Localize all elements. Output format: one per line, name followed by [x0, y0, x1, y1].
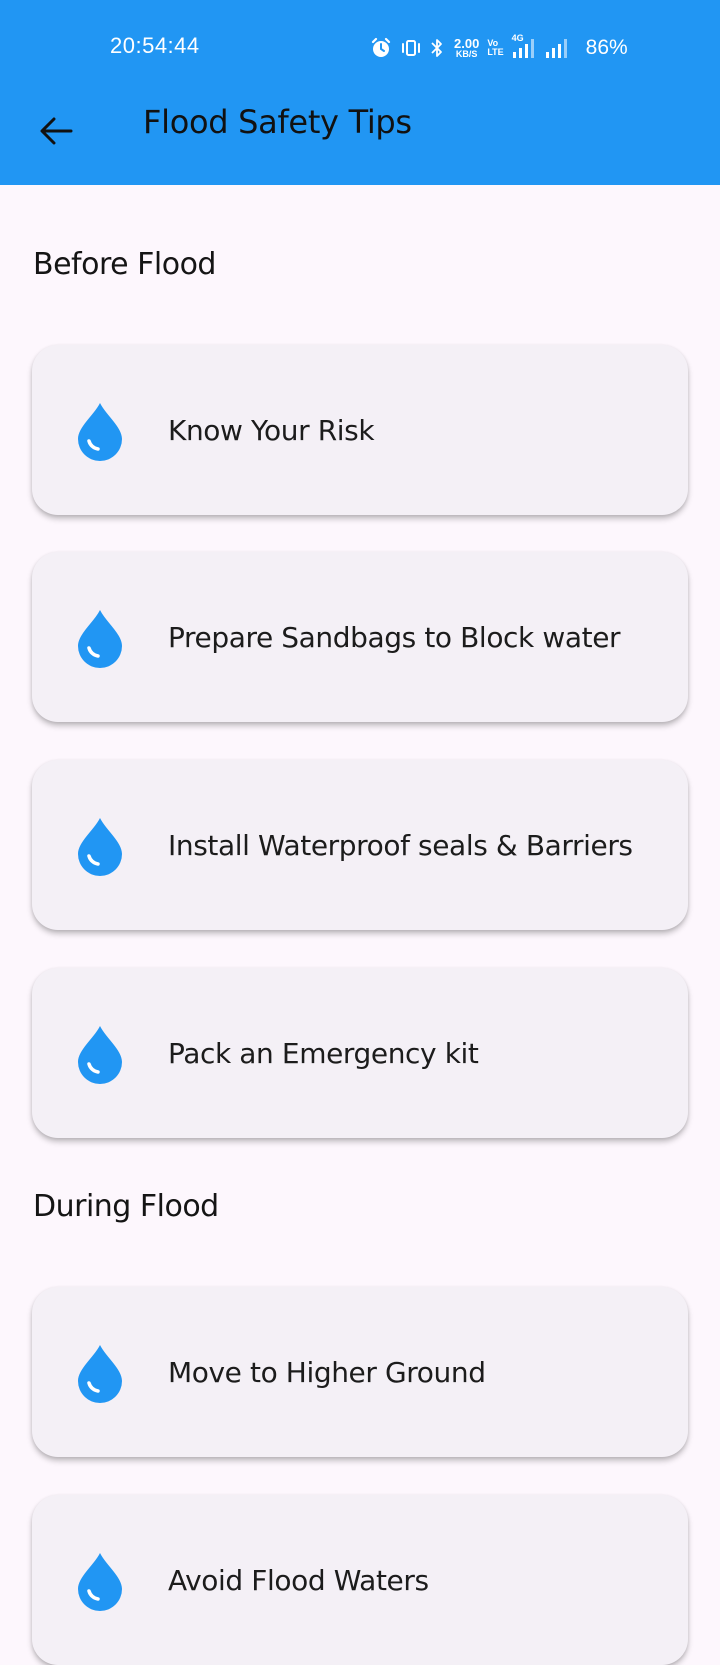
tip-card-move-to-higher-ground[interactable]: Move to Higher Ground	[32, 1287, 688, 1457]
tip-label: Avoid Flood Waters	[168, 1563, 429, 1597]
page-title: Flood Safety Tips	[143, 103, 412, 141]
water-drop-icon	[78, 403, 122, 461]
water-drop-icon	[78, 1553, 122, 1611]
network-speed-unit: KB/S	[455, 49, 478, 59]
section-heading-before-flood: Before Flood	[33, 247, 216, 282]
battery-percentage: 86%	[585, 36, 628, 59]
back-button[interactable]	[30, 105, 82, 157]
tip-card-avoid-flood-waters[interactable]: Avoid Flood Waters	[32, 1495, 688, 1665]
network-speed: 2.00 KB/S	[454, 37, 479, 59]
tip-card-know-your-risk[interactable]: Know Your Risk	[32, 345, 688, 515]
tip-label: Prepare Sandbags to Block water	[168, 620, 621, 654]
water-drop-icon	[78, 1026, 122, 1084]
tip-label: Pack an Emergency kit	[168, 1036, 479, 1070]
network-type-label: 4G	[511, 33, 524, 43]
tip-label: Move to Higher Ground	[168, 1355, 486, 1389]
water-drop-icon	[78, 818, 122, 876]
tip-card-prepare-sandbags[interactable]: Prepare Sandbags to Block water	[32, 552, 688, 722]
bluetooth-icon	[430, 37, 444, 59]
tip-label: Know Your Risk	[168, 413, 375, 447]
section-heading-during-flood: During Flood	[33, 1189, 219, 1224]
volte-bottom-label: LTE	[487, 47, 504, 57]
tip-card-install-waterproof-seals[interactable]: Install Waterproof seals & Barriers	[32, 760, 688, 930]
water-drop-icon	[78, 1345, 122, 1403]
tip-card-pack-emergency-kit[interactable]: Pack an Emergency kit	[32, 968, 688, 1138]
status-icons: 2.00 KB/S Vo LTE 4G 86%	[370, 33, 628, 62]
signal-4g-icon: 4G	[511, 33, 536, 60]
alarm-icon	[370, 37, 392, 59]
back-arrow-icon	[40, 117, 73, 145]
status-bar: 20:54:44 2.00 KB/S Vo LTE 4G 86%	[0, 0, 720, 96]
water-drop-icon	[78, 610, 122, 668]
vibrate-icon	[400, 37, 422, 59]
tip-label: Install Waterproof seals & Barriers	[168, 828, 633, 862]
volte-indicator: Vo LTE	[487, 39, 503, 57]
app-bar: 20:54:44 2.00 KB/S Vo LTE 4G 86% Flood S…	[0, 0, 720, 185]
status-time: 20:54:44	[110, 33, 200, 58]
signal-icon	[544, 36, 572, 60]
